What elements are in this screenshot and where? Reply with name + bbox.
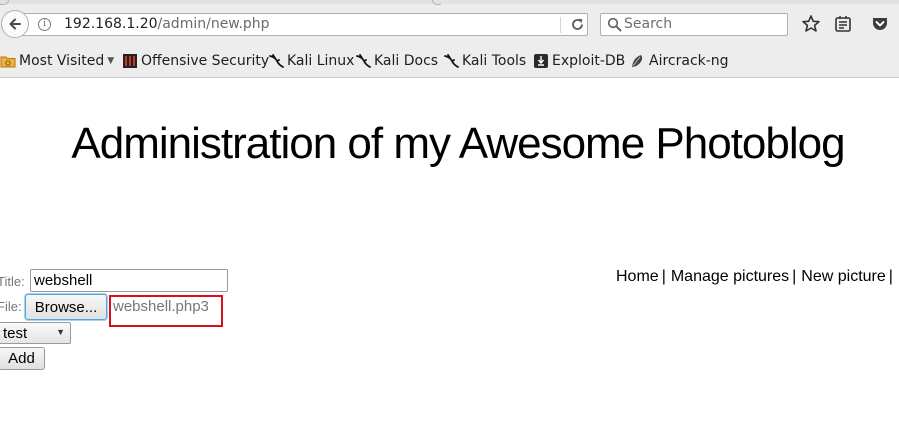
nav-link-home[interactable]: Home — [616, 268, 659, 285]
offensive-security-icon — [123, 54, 137, 68]
kali-dragon-icon — [269, 54, 284, 68]
browse-button[interactable]: Browse... — [25, 294, 107, 320]
bookmark-label: Offensive Security — [141, 53, 270, 69]
bookmark-kali-linux[interactable]: Kali Linux — [268, 52, 354, 70]
folder-icon — [0, 56, 16, 68]
nav-link-new-picture[interactable]: New picture — [801, 268, 885, 285]
bookmark-kali-tools[interactable]: Kali Tools — [443, 52, 526, 70]
chevron-down-icon: ▼ — [56, 327, 65, 337]
url-path: /admin/new.php — [157, 16, 270, 32]
category-selected-value: test — [3, 325, 28, 342]
info-icon[interactable]: i — [38, 18, 51, 31]
bookmark-label: Kali Docs — [374, 53, 439, 69]
kali-dragon-icon — [356, 54, 371, 68]
bookmark-label: Aircrack-ng — [649, 53, 729, 69]
nav-link-manage-pictures[interactable]: Manage pictures — [671, 268, 789, 285]
add-button[interactable]: Add — [0, 347, 45, 370]
annotation-highlight-box — [109, 295, 223, 327]
nav-separator: | — [792, 268, 797, 285]
back-button[interactable] — [1, 10, 29, 38]
aircrack-icon — [632, 55, 643, 67]
exploit-db-icon — [534, 54, 548, 68]
category-select[interactable]: test ▼ — [0, 322, 71, 344]
search-placeholder: Search — [624, 16, 673, 32]
reload-icon[interactable] — [569, 16, 586, 33]
file-label: File: — [0, 299, 22, 314]
bookmark-kali-docs[interactable]: Kali Docs — [355, 52, 438, 70]
search-bar[interactable]: Search — [600, 13, 788, 36]
bookmark-label: Exploit-DB — [552, 53, 626, 69]
bookmark-exploit-db[interactable]: Exploit-DB — [533, 52, 625, 70]
bookmark-label: Most Visited — [19, 53, 105, 69]
chevron-down-icon: ▼ — [107, 56, 115, 66]
bookmark-label: Kali Linux — [287, 53, 355, 69]
back-arrow-icon — [9, 18, 21, 30]
url-text[interactable]: 192.168.1.20/admin/new.php — [64, 16, 270, 32]
bookmark-aircrack-ng[interactable]: Aircrack-ng — [630, 52, 729, 70]
tab-strip — [0, 0, 899, 5]
bookmark-offensive-security[interactable]: Offensive Security — [122, 52, 269, 70]
pocket-icon[interactable] — [870, 14, 890, 34]
url-bar[interactable]: i 192.168.1.20/admin/new.php — [22, 13, 588, 36]
nav-separator: | — [661, 268, 666, 285]
title-input[interactable]: webshell — [30, 269, 228, 292]
kali-dragon-icon — [444, 54, 459, 68]
reading-list-icon[interactable] — [833, 14, 853, 34]
bookmark-most-visited[interactable]: Most Visited ▼ — [0, 52, 114, 70]
url-host: 192.168.1.20 — [64, 16, 158, 32]
nav-separator: | — [888, 268, 893, 285]
title-label: Title: — [0, 274, 25, 289]
site-nav: Home | Manage pictures | New picture | — [616, 268, 898, 286]
url-separator — [560, 17, 561, 33]
tab-edge-right — [432, 0, 441, 5]
tab-edge-left — [0, 0, 9, 5]
bookmark-label: Kali Tools — [462, 53, 527, 69]
star-icon[interactable] — [801, 14, 821, 34]
bookmarks-bar: Most Visited ▼ Offensive Security Kali L… — [0, 50, 899, 72]
page-title: Administration of my Awesome Photoblog — [71, 119, 845, 168]
browser-toolbar: i 192.168.1.20/admin/new.php Search Most… — [0, 0, 899, 78]
search-icon — [607, 17, 622, 32]
